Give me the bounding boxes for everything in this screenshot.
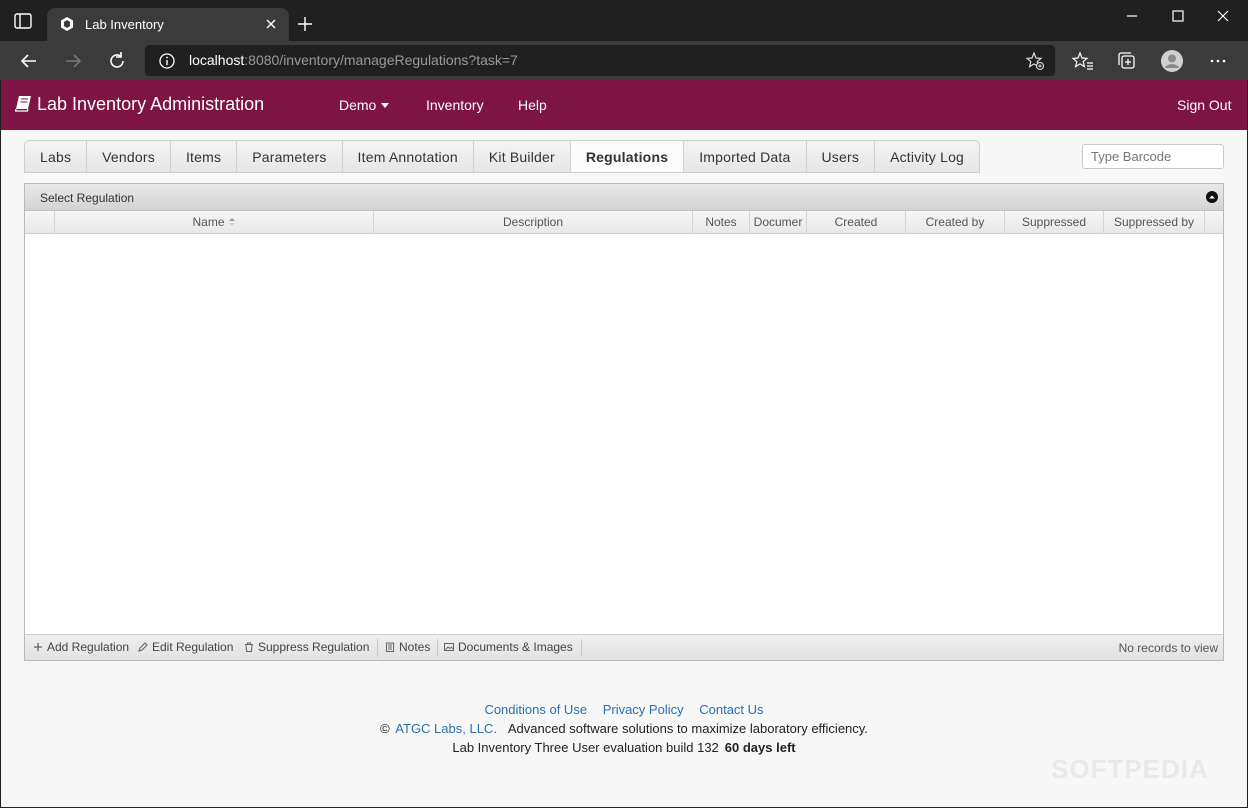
- tab-imported-data[interactable]: Imported Data: [683, 140, 806, 173]
- url-host: localhost: [189, 52, 245, 68]
- web-page: Lab Inventory Administration Demo Invent…: [1, 80, 1247, 807]
- tab-kit-builder[interactable]: Kit Builder: [472, 140, 570, 173]
- grid-pager: Add Regulation Edit Regulation Suppress …: [25, 634, 1223, 660]
- tab-actions-icon[interactable]: [14, 13, 32, 29]
- profile-avatar-icon[interactable]: [1161, 50, 1183, 72]
- favicon-icon: [61, 17, 73, 31]
- collections-icon[interactable]: [1116, 50, 1138, 72]
- tab-item-annotation[interactable]: Item Annotation: [341, 140, 473, 173]
- conditions-link[interactable]: Conditions of Use: [484, 702, 587, 717]
- documents-images-label: Documents & Images: [458, 640, 573, 654]
- footer: Conditions of Use Privacy Policy Contact…: [1, 700, 1247, 757]
- grid-body: [25, 234, 1223, 634]
- column-created-by[interactable]: Created by: [906, 211, 1005, 234]
- copyright-symbol: ©: [380, 721, 390, 736]
- column-documents[interactable]: Documer: [750, 211, 807, 234]
- column-select[interactable]: [25, 211, 55, 234]
- company-link[interactable]: ATGC Labs, LLC.: [395, 721, 497, 736]
- edit-regulation-label: Edit Regulation: [152, 640, 234, 654]
- pager-separator: [581, 639, 582, 657]
- browser-tab[interactable]: Lab Inventory: [47, 8, 289, 41]
- column-suppressed-by[interactable]: Suppressed by: [1104, 211, 1205, 234]
- close-window-icon[interactable]: [1200, 6, 1246, 26]
- add-regulation-label: Add Regulation: [47, 640, 130, 654]
- collapse-icon[interactable]: [1206, 191, 1218, 203]
- forward-icon[interactable]: [62, 50, 84, 72]
- add-favorite-icon[interactable]: [1025, 51, 1045, 71]
- barcode-input[interactable]: [1082, 144, 1224, 169]
- grid-caption-title: Select Regulation: [40, 191, 135, 205]
- maximize-icon[interactable]: [1155, 6, 1201, 26]
- tab-vendors[interactable]: Vendors: [86, 140, 170, 173]
- tab-activity-log[interactable]: Activity Log: [874, 140, 981, 173]
- browser-tab-title: Lab Inventory: [85, 17, 164, 32]
- notes-button[interactable]: Notes: [385, 640, 430, 654]
- url-text[interactable]: localhost:8080/inventory/manageRegulatio…: [189, 52, 518, 68]
- tagline: Advanced software solutions to maximize …: [507, 721, 868, 736]
- main-tabs: Labs Vendors Items Parameters Item Annot…: [24, 140, 981, 173]
- tab-items[interactable]: Items: [169, 140, 237, 173]
- column-suppressed[interactable]: Suppressed: [1005, 211, 1104, 234]
- column-name-label: Name: [192, 215, 225, 229]
- softpedia-watermark: SOFTPEDIA: [1051, 754, 1209, 784]
- book-icon: [15, 96, 31, 112]
- pager-separator: [377, 639, 378, 657]
- tab-parameters[interactable]: Parameters: [236, 140, 342, 173]
- minimize-icon[interactable]: [1109, 6, 1155, 26]
- image-icon: [444, 643, 454, 651]
- url-path: :8080/inventory/manageRegulations?task=7: [244, 52, 518, 68]
- caret-down-icon: [381, 103, 390, 108]
- sort-icon[interactable]: [228, 217, 236, 227]
- tab-users[interactable]: Users: [805, 140, 875, 173]
- pager-separator: [437, 639, 438, 657]
- sign-out-link[interactable]: Sign Out: [1177, 97, 1231, 113]
- grid-caption: Select Regulation: [25, 184, 1223, 211]
- regulations-grid: Select Regulation Name Description Notes…: [24, 183, 1224, 661]
- days-left: 60 days left: [724, 740, 796, 755]
- add-regulation-button[interactable]: Add Regulation: [33, 640, 129, 654]
- suppress-regulation-button[interactable]: Suppress Regulation: [244, 640, 369, 654]
- column-created[interactable]: Created: [807, 211, 906, 234]
- suppress-regulation-label: Suppress Regulation: [258, 640, 370, 654]
- pencil-icon: [138, 642, 148, 652]
- contact-link[interactable]: Contact Us: [699, 702, 763, 717]
- nav-help[interactable]: Help: [518, 97, 547, 113]
- edit-regulation-button[interactable]: Edit Regulation: [138, 640, 233, 654]
- plus-icon: [34, 643, 42, 651]
- brand-title: Lab Inventory Administration: [37, 94, 265, 114]
- info-icon[interactable]: [159, 53, 175, 69]
- column-description[interactable]: Description: [374, 211, 693, 234]
- build-info: Lab Inventory Three User evaluation buil…: [452, 740, 719, 755]
- refresh-icon[interactable]: [106, 50, 128, 72]
- notes-icon: [386, 642, 394, 652]
- trash-icon: [245, 642, 253, 652]
- back-icon[interactable]: [18, 50, 40, 72]
- more-options-icon[interactable]: [1207, 50, 1229, 72]
- brand[interactable]: Lab Inventory Administration: [15, 94, 264, 115]
- column-notes[interactable]: Notes: [693, 211, 750, 234]
- new-tab-icon[interactable]: [296, 15, 314, 33]
- browser-toolbar: localhost:8080/inventory/manageRegulatio…: [0, 41, 1248, 80]
- nav-demo-dropdown[interactable]: Demo: [339, 97, 390, 113]
- notes-label: Notes: [399, 640, 431, 654]
- browser-tabstrip: Lab Inventory: [0, 0, 1248, 41]
- tab-regulations[interactable]: Regulations: [569, 140, 684, 173]
- documents-images-button[interactable]: Documents & Images: [444, 640, 573, 654]
- tab-labs[interactable]: Labs: [24, 140, 87, 173]
- nav-inventory[interactable]: Inventory: [426, 97, 484, 113]
- records-info: No records to view: [1118, 641, 1218, 655]
- nav-demo-label: Demo: [339, 97, 377, 113]
- privacy-link[interactable]: Privacy Policy: [603, 702, 684, 717]
- grid-header: Name Description Notes Documer Created C…: [25, 211, 1223, 234]
- close-tab-icon[interactable]: [263, 16, 279, 32]
- app-navbar: Lab Inventory Administration Demo Invent…: [1, 80, 1247, 130]
- column-name[interactable]: Name: [55, 211, 374, 234]
- address-bar[interactable]: localhost:8080/inventory/manageRegulatio…: [145, 45, 1055, 76]
- favorites-icon[interactable]: [1072, 50, 1094, 72]
